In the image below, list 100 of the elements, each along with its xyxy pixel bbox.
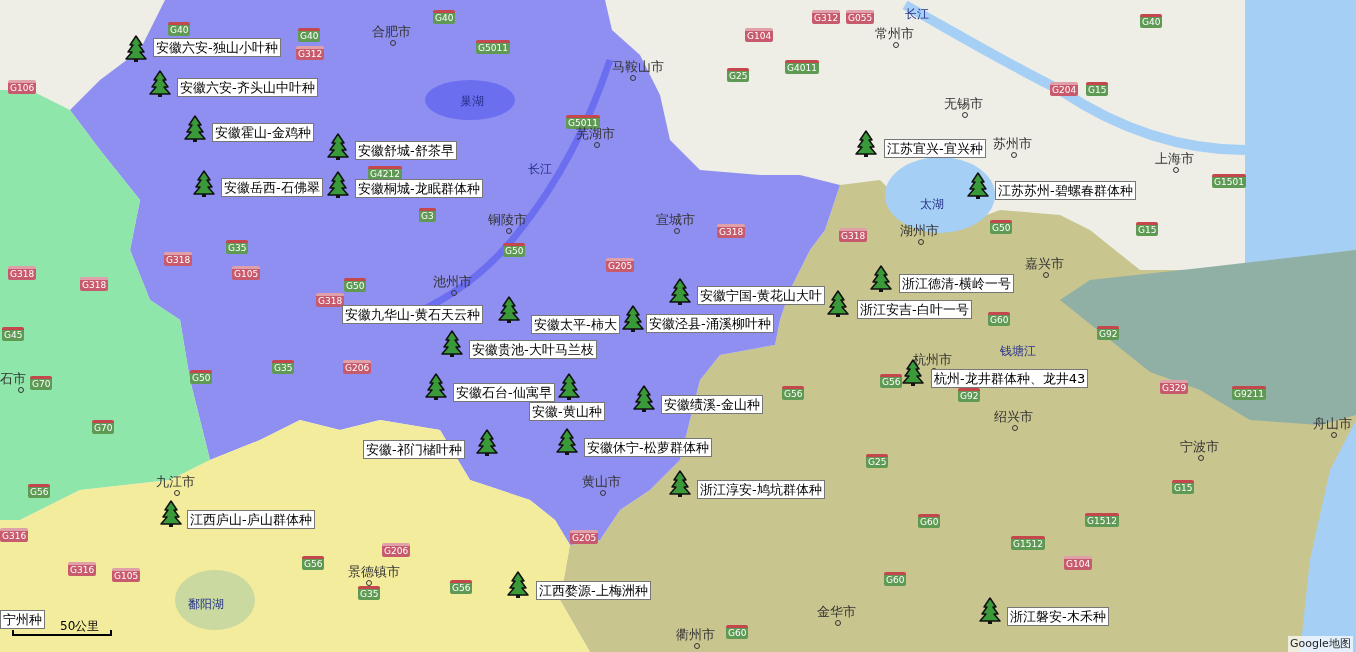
water-label: 长江 bbox=[905, 6, 929, 23]
road-shield: G60 bbox=[988, 312, 1011, 326]
marker-label: 安徽石台-仙寓早 bbox=[453, 383, 555, 402]
city-label: 上海市 bbox=[1155, 150, 1194, 168]
tree-icon bbox=[193, 170, 215, 198]
marker-label: 安徽宁国-黄花山大叶 bbox=[697, 286, 825, 305]
road-shield: G1512 bbox=[1085, 513, 1119, 527]
road-shield: G40 bbox=[298, 28, 321, 42]
marker-label: 安徽-祁门槠叶种 bbox=[363, 440, 465, 459]
road-shield: G318 bbox=[717, 224, 746, 238]
road-shield: G25 bbox=[866, 454, 889, 468]
tree-icon bbox=[498, 296, 520, 324]
city-label: 苏州市 bbox=[993, 135, 1032, 153]
road-shield: G56 bbox=[28, 484, 51, 498]
road-shield: G56 bbox=[782, 386, 805, 400]
marker-label: 浙江淳安-鸠坑群体种 bbox=[697, 480, 825, 499]
city-label: 池州市 bbox=[433, 273, 472, 291]
road-shield: G318 bbox=[164, 252, 193, 266]
road-shield: G56 bbox=[880, 374, 903, 388]
water-label: 钱塘江 bbox=[1000, 343, 1036, 360]
marker-label: 安徽泾县-涌溪柳叶种 bbox=[646, 314, 774, 333]
scale-label: 50公里 bbox=[60, 618, 100, 635]
city-label: 衢州市 bbox=[676, 626, 715, 644]
city-label: 石市 bbox=[0, 370, 26, 388]
marker-label: 江西婺源-上梅洲种 bbox=[536, 581, 651, 600]
road-shield: G40 bbox=[1140, 14, 1163, 28]
road-shield: G206 bbox=[382, 543, 411, 557]
tree-icon bbox=[669, 278, 691, 306]
road-shield: G60 bbox=[918, 514, 941, 528]
road-shield: G50 bbox=[990, 220, 1013, 234]
road-shield: G329 bbox=[1160, 380, 1189, 394]
road-shield: G205 bbox=[606, 258, 635, 272]
road-shield: G1501 bbox=[1212, 174, 1246, 188]
road-shield: G40 bbox=[168, 22, 191, 36]
tree-icon bbox=[160, 500, 182, 528]
marker-label: 安徽桐城-龙眠群体种 bbox=[355, 179, 483, 198]
city-label: 绍兴市 bbox=[994, 408, 1033, 426]
marker-label: 安徽六安-独山小叶种 bbox=[153, 38, 281, 57]
city-label: 舟山市 bbox=[1313, 415, 1352, 433]
road-shield: G204 bbox=[1050, 82, 1079, 96]
city-label: 无锡市 bbox=[944, 95, 983, 113]
marker-label: 江苏宜兴-宜兴种 bbox=[884, 139, 986, 158]
tree-icon bbox=[327, 171, 349, 199]
road-shield: G104 bbox=[745, 28, 774, 42]
tree-icon bbox=[855, 130, 877, 158]
tree-icon bbox=[979, 597, 1001, 625]
road-shield: G56 bbox=[302, 556, 325, 570]
road-shield: G45 bbox=[2, 327, 25, 341]
road-shield: G5011 bbox=[476, 40, 510, 54]
road-shield: G104 bbox=[1064, 556, 1093, 570]
road-shield: G70 bbox=[30, 376, 53, 390]
road-shield: G15 bbox=[1136, 222, 1159, 236]
tree-icon bbox=[425, 373, 447, 401]
city-label: 马鞍山市 bbox=[612, 58, 664, 76]
tree-icon bbox=[149, 70, 171, 98]
marker-label: 宁州种 bbox=[0, 610, 45, 629]
water-label: 鄱阳湖 bbox=[188, 596, 224, 613]
road-shield: G318 bbox=[316, 293, 345, 307]
marker-label: 浙江德清-横岭一号 bbox=[899, 274, 1014, 293]
road-shield: G25 bbox=[727, 68, 750, 82]
water-label: 巢湖 bbox=[460, 93, 484, 110]
marker-label: 安徽霍山-金鸡种 bbox=[212, 123, 314, 142]
marker-label: 安徽绩溪-金山种 bbox=[661, 395, 763, 414]
road-shield: G60 bbox=[726, 625, 749, 639]
road-shield: G50 bbox=[190, 370, 213, 384]
marker-label: 江西庐山-庐山群体种 bbox=[187, 510, 315, 529]
road-shield: G15 bbox=[1086, 82, 1109, 96]
road-shield: G205 bbox=[570, 530, 599, 544]
marker-label: 安徽-黄山种 bbox=[529, 402, 605, 421]
road-shield: G35 bbox=[272, 360, 295, 374]
tree-icon bbox=[441, 330, 463, 358]
road-shield: G318 bbox=[839, 228, 868, 242]
city-label: 铜陵市 bbox=[488, 211, 527, 229]
road-shield: G106 bbox=[8, 80, 37, 94]
tree-icon bbox=[184, 115, 206, 143]
marker-label: 安徽贵池-大叶马兰枝 bbox=[469, 340, 597, 359]
road-shield: G35 bbox=[358, 586, 381, 600]
tree-icon bbox=[327, 133, 349, 161]
road-shield: G60 bbox=[884, 572, 907, 586]
marker-label: 安徽舒城-舒茶早 bbox=[355, 141, 457, 160]
marker-label: 安徽九华山-黄石天云种 bbox=[342, 305, 483, 324]
road-shield: G50 bbox=[344, 278, 367, 292]
marker-label: 安徽岳西-石佛翠 bbox=[221, 178, 323, 197]
road-shield: G92 bbox=[958, 388, 981, 402]
road-shield: G318 bbox=[8, 266, 37, 280]
tree-icon bbox=[476, 429, 498, 457]
tree-icon bbox=[507, 571, 529, 599]
road-shield: G40 bbox=[433, 10, 456, 24]
road-shield: G316 bbox=[68, 562, 97, 576]
city-label: 金华市 bbox=[817, 603, 856, 621]
road-shield: G312 bbox=[812, 10, 841, 24]
marker-label: 江苏苏州-碧螺春群体种 bbox=[995, 181, 1136, 200]
tree-icon bbox=[669, 470, 691, 498]
marker-label: 浙江安吉-白叶一号 bbox=[857, 300, 972, 319]
road-shield: G92 bbox=[1097, 326, 1120, 340]
road-shield: G316 bbox=[0, 528, 29, 542]
tree-icon bbox=[870, 265, 892, 293]
road-shield: G055 bbox=[846, 10, 875, 24]
city-label: 宣城市 bbox=[656, 211, 695, 229]
road-shield: G50 bbox=[503, 243, 526, 257]
